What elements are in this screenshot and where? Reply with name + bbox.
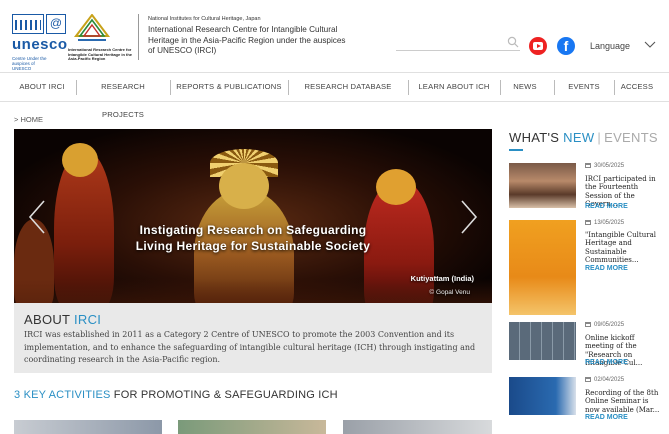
news-title[interactable]: Recording of the 8th Online Seminar is n…	[585, 389, 665, 414]
calendar-icon	[585, 220, 591, 225]
read-more-link[interactable]: READ MORE	[585, 414, 628, 421]
key-activities-accent: 3 KEY ACTIVITIES	[14, 389, 111, 401]
key-activities-plain: FOR PROMOTING & SAFEGUARDING ICH	[110, 389, 338, 401]
key-activities-heading: 3 KEY ACTIVITIES FOR PROMOTING & SAFEGUA…	[14, 389, 338, 401]
nav-about-irci[interactable]: ABOUT IRCI	[14, 73, 70, 101]
about-body: IRCI was established in 2011 as a Catego…	[24, 330, 476, 364]
nav-separator	[500, 80, 501, 95]
nav-separator	[614, 80, 615, 95]
news-thumbnail[interactable]	[509, 220, 576, 315]
nav-research-database[interactable]: RESEARCH DATABASE	[298, 73, 398, 101]
news-item[interactable]: 13/05/2025 "Intangible Cultural Heritage…	[509, 220, 659, 315]
slider-prev-arrow-icon[interactable]	[28, 199, 46, 235]
nav-separator	[288, 80, 289, 95]
sidebar-heading-separator: |	[597, 130, 602, 145]
nav-research-projects[interactable]: RESEARCH PROJECTS	[82, 73, 164, 119]
news-date-text: 13/05/2025	[594, 220, 625, 226]
read-more-link[interactable]: READ MORE	[585, 203, 628, 210]
main-nav: ABOUT IRCI RESEARCH PROJECTS REPORTS & P…	[0, 72, 669, 119]
hero-slider[interactable]: Instigating Research on Safeguarding Liv…	[14, 129, 492, 303]
nav-reports-publications[interactable]: REPORTS & PUBLICATIONS	[176, 73, 282, 101]
news-thumbnail[interactable]	[509, 163, 576, 208]
about-heading-accent: IRCI	[73, 312, 102, 327]
organization-block: National Institutes for Cultural Heritag…	[148, 16, 348, 57]
hero-photo-figure	[376, 169, 416, 205]
irci-logo[interactable]: International Research Centre for Intang…	[68, 14, 132, 64]
nav-news[interactable]: NEWS	[508, 73, 542, 101]
news-title[interactable]: "Intangible Cultural Heritage and Sustai…	[585, 231, 665, 265]
nav-separator	[554, 80, 555, 95]
org-full-name: International Research Centre for Intang…	[148, 25, 346, 55]
tab-new[interactable]: NEW	[563, 130, 594, 145]
unesco-subtitle: Centre Under the auspices of UNESCO	[12, 56, 47, 71]
read-more-link[interactable]: READ MORE	[585, 265, 628, 272]
activity-thumbnail[interactable]	[14, 420, 162, 434]
news-date-text: 30/05/2025	[594, 163, 625, 169]
news-date: 13/05/2025	[585, 220, 624, 226]
org-parent-name: National Institutes for Cultural Heritag…	[148, 16, 261, 22]
news-item[interactable]: 30/05/2025 IRCI participated in the Four…	[509, 163, 659, 213]
irci-subtitle: International Research Centre for Intang…	[68, 47, 133, 62]
news-item[interactable]: 02/04/2025 Recording of the 8th Online S…	[509, 377, 659, 423]
news-date-text: 09/05/2025	[594, 322, 625, 328]
irci-emblem-icon	[73, 14, 111, 41]
sidebar-heading-underline	[509, 149, 523, 151]
hero-photo-figure	[62, 143, 98, 177]
nav-separator	[408, 80, 409, 95]
tab-events[interactable]: EVENTS	[604, 130, 658, 145]
read-more-link[interactable]: READ MORE	[585, 359, 628, 366]
unesco-wordmark: unesco	[12, 36, 68, 53]
calendar-icon	[585, 322, 591, 327]
about-heading-plain: ABOUT	[24, 312, 74, 327]
nav-separator	[76, 80, 77, 95]
hero-credit: © Gopal Venu	[429, 289, 470, 296]
facebook-icon[interactable]: f	[557, 37, 575, 55]
calendar-icon	[585, 377, 591, 382]
nav-events[interactable]: EVENTS	[562, 73, 606, 101]
nav-learn-about-ich[interactable]: LEARN ABOUT ICH	[414, 73, 494, 101]
unesco-at-icon: @	[46, 14, 66, 34]
slider-next-arrow-icon[interactable]	[460, 199, 478, 235]
news-date: 09/05/2025	[585, 322, 624, 328]
search-input[interactable]	[396, 50, 520, 51]
search-icon[interactable]	[507, 36, 519, 48]
sidebar-heading: WHAT'S NEW | EVENTS	[509, 130, 658, 145]
calendar-icon	[585, 163, 591, 168]
unesco-logo[interactable]: @ unesco Centre Under the auspices of UN…	[12, 14, 68, 71]
nav-separator	[170, 80, 171, 95]
hero-title-line-1: Instigating Research on Safeguarding	[139, 223, 367, 237]
news-thumbnail[interactable]	[509, 322, 576, 360]
sidebar-heading-whats: WHAT'S	[509, 130, 564, 145]
activity-thumbnail[interactable]	[343, 420, 492, 434]
about-heading: ABOUT IRCI	[24, 312, 101, 327]
header-divider	[138, 14, 139, 60]
site-header: @ unesco Centre Under the auspices of UN…	[0, 0, 669, 71]
news-date: 30/05/2025	[585, 163, 624, 169]
news-date-text: 02/04/2025	[594, 377, 625, 383]
news-thumbnail[interactable]	[509, 377, 576, 415]
hero-title-line-2: Living Heritage for Sustainable Society	[135, 239, 371, 253]
language-selector[interactable]: Language	[590, 41, 630, 51]
nav-access[interactable]: ACCESS	[620, 73, 654, 101]
hero-caption: Kutiyattam (India)	[410, 274, 474, 283]
news-date: 02/04/2025	[585, 377, 624, 383]
chevron-down-icon[interactable]	[644, 41, 656, 49]
about-section: ABOUT IRCI IRCI was established in 2011 …	[14, 303, 492, 373]
breadcrumb[interactable]: > HOME	[14, 115, 43, 124]
hero-photo-figure	[219, 163, 269, 209]
activity-thumbnail[interactable]	[178, 420, 326, 434]
unesco-temple-icon	[12, 14, 44, 34]
youtube-icon[interactable]	[529, 37, 547, 55]
news-item[interactable]: 09/05/2025 Online kickoff meeting of the…	[509, 322, 659, 368]
